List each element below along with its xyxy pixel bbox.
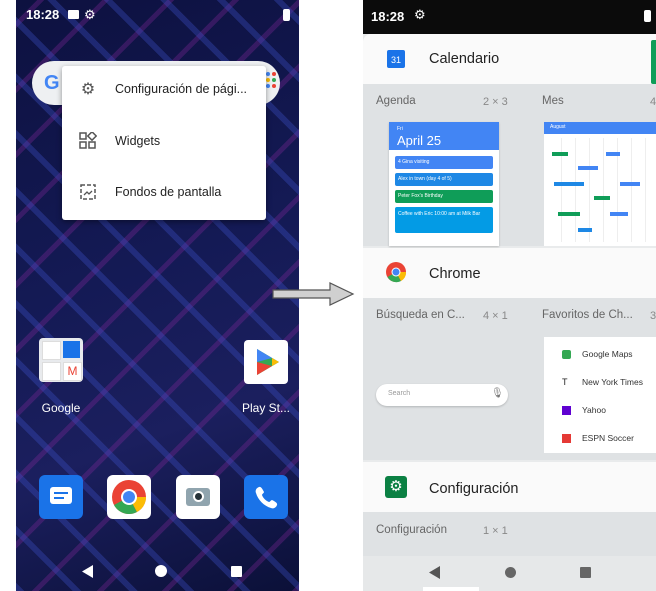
widget-size: 1 × 1 [483,525,508,537]
agenda-day: Fri [397,126,403,132]
calendar-app-icon: 31 [387,50,405,68]
google-logo[interactable]: G [44,72,60,95]
back-icon[interactable] [429,566,441,579]
messages-icon[interactable] [39,475,83,519]
chrome-icon[interactable] [107,475,151,519]
widget-label-bookmarks: Favoritos de Ch... [542,309,633,321]
card-header-chrome: Chrome [363,248,656,298]
menu-item-page-settings[interactable]: ⚙ Configuración de pági... [62,66,266,116]
gallery-notification-icon [68,10,79,19]
agenda-date: April 25 [397,133,442,148]
recents-icon[interactable] [580,567,591,578]
agenda-event: Alex in town (day 4 of 5) [395,173,493,186]
bookmark-label: Yahoo [582,405,606,415]
nyt-icon: T [562,377,568,387]
settings-notification-icon: ⚙ [84,7,96,22]
status-bar: 18:28 ⚙ [363,0,656,34]
home-icon[interactable] [505,567,516,578]
month-title: August [550,124,566,130]
recents-icon[interactable] [231,566,242,577]
menu-item-wallpapers[interactable]: Fondos de pantalla [62,169,266,219]
bookmark-label: New York Times [582,377,643,387]
scroll-indicator [651,40,656,84]
battery-icon [283,9,290,21]
widgets-icon [78,130,98,152]
widget-label-search: Búsqueda en C... [376,309,465,321]
menu-item-widgets[interactable]: Widgets [62,118,266,168]
bookmarks-widget-preview[interactable]: Google Maps T New York Times Yahoo ESPN … [544,337,656,453]
card-header-calendar: 31 Calendario [363,34,656,84]
navigation-bar [16,556,299,586]
widget-size: 3 [650,310,656,322]
month-widget-preview[interactable]: August [544,122,656,246]
maps-icon [562,350,571,359]
agenda-event: 4 Gina visiting [395,156,493,169]
bookmark-label: ESPN Soccer [582,433,634,443]
menu-item-label: Configuración de pági... [115,82,248,96]
back-icon[interactable] [82,565,94,578]
widget-label-settings: Configuración [376,524,447,536]
mic-icon: 🎙 [491,388,504,399]
app-label-google: Google [41,401,81,415]
widget-size: 2 × 3 [483,96,508,108]
assistant-dots-icon[interactable] [266,72,278,88]
settings-app-icon: ⚙ [385,476,407,498]
home-screen: 18:28 ⚙ G ⚙ Configuración de pági... Wid… [16,0,299,591]
status-bar: 18:28 ⚙ [16,0,299,28]
battery-icon [644,10,651,22]
espn-icon [562,434,571,443]
bookmark-label: Google Maps [582,349,633,359]
menu-item-label: Widgets [115,134,161,148]
menu-item-label: Fondos de pantalla [115,185,222,199]
card-title: Configuración [429,481,519,497]
chrome-search-widget-preview[interactable]: Search 🎙 [376,384,508,406]
widget-label-agenda: Agenda [376,95,416,107]
widgets-screen: 18:28 ⚙ 31 Calendario Agenda 2 × 3 Mes 4… [363,0,656,591]
wallpaper-icon [78,183,98,203]
play-store-icon[interactable] [244,340,288,384]
widget-label-month: Mes [542,95,564,107]
settings-widgets: Configuración 1 × 1 [363,512,656,557]
month-grid [548,138,656,242]
yahoo-icon [562,406,571,415]
home-icon[interactable] [155,565,167,577]
google-folder-icon[interactable]: M [39,338,83,382]
transition-arrow-icon [272,282,355,306]
drag-handle [423,587,479,591]
navigation-bar [363,556,656,591]
settings-notification-icon: ⚙ [414,7,426,22]
search-placeholder: Search [388,390,411,397]
camera-icon[interactable] [176,475,220,519]
widget-size: 4 × 1 [483,310,508,322]
card-title: Chrome [429,266,481,282]
phone-icon[interactable] [244,475,288,519]
gear-icon: ⚙ [80,81,96,98]
card-header-settings: ⚙ Configuración [363,462,656,512]
card-title: Calendario [429,51,500,67]
status-time: 18:28 [26,7,60,22]
chrome-icon [386,262,407,283]
status-time: 18:28 [371,9,405,24]
agenda-widget-preview[interactable]: Fri April 25 4 Gina visiting Alex in tow… [389,122,499,246]
agenda-event: Peter Fox's Birthday [395,190,493,203]
long-press-menu: ⚙ Configuración de pági... Widgets Fondo… [62,66,266,220]
app-label-play-store: Play St... [241,401,291,415]
agenda-event: Coffee with Eric 10:00 am at Milk Bar [395,207,493,233]
widget-size: 4 [650,96,656,108]
